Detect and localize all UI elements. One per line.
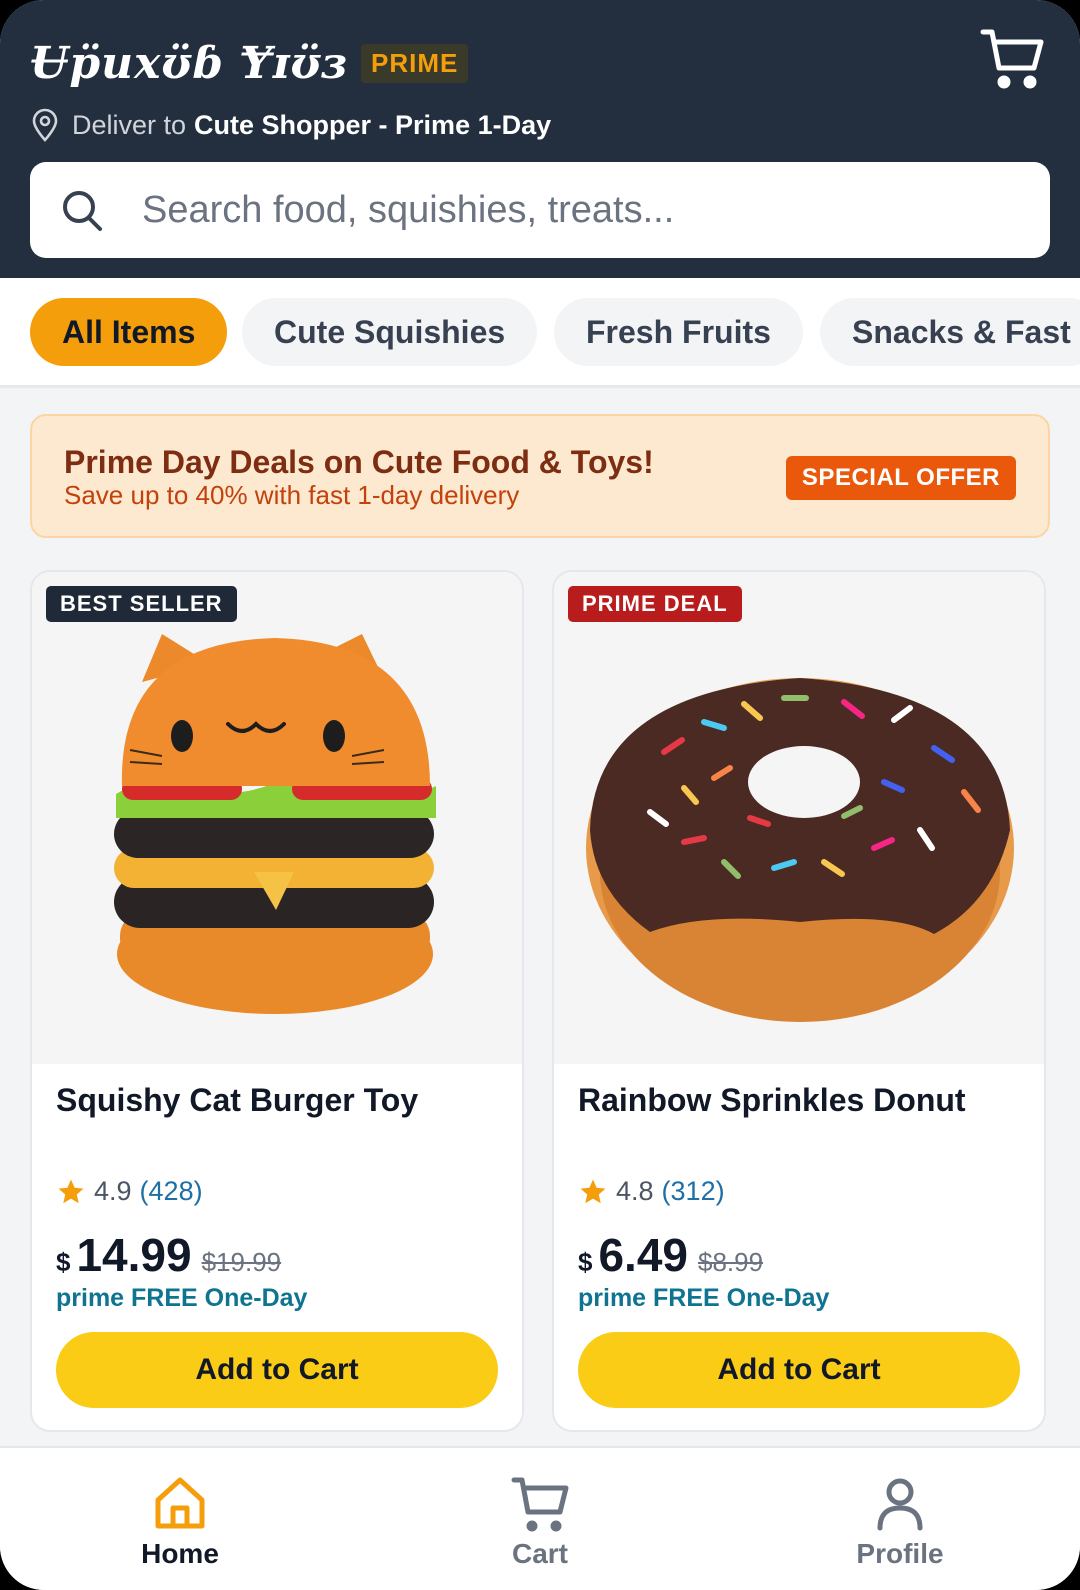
cat-burger-image <box>114 634 436 1014</box>
best-seller-badge: BEST SELLER <box>46 586 237 622</box>
price-amount: 6.49 <box>598 1229 688 1281</box>
prime-badge: PRIME <box>361 44 469 83</box>
category-fresh-fruits[interactable]: Fresh Fruits <box>554 298 803 366</box>
product-image[interactable] <box>554 572 1044 1064</box>
banner-title: Prime Day Deals on Cute Food & Toys! <box>64 444 654 480</box>
price-amount: 14.99 <box>76 1229 192 1281</box>
location-pin-icon <box>32 108 58 142</box>
shipping-info: prime FREE One-Day <box>578 1284 830 1312</box>
prime-deal-badge: PRIME DEAL <box>568 586 742 622</box>
nav-profile-label: Profile <box>856 1538 944 1569</box>
nav-cart[interactable]: Cart <box>440 1474 640 1570</box>
deliver-prefix: Deliver to <box>72 109 187 140</box>
star-icon <box>580 1179 606 1203</box>
product-price: $ 14.99 $19.99 <box>56 1228 281 1282</box>
app-screen: Ʉp̈uxʊ̈ɓ Ɏɪʊ̈ɜ PRIME Deliver to Cute Sho… <box>0 0 1080 1590</box>
search-input[interactable] <box>142 188 982 232</box>
profile-icon <box>877 1478 923 1531</box>
category-all-items[interactable]: All Items <box>30 298 228 366</box>
review-count: (428) <box>139 1176 203 1206</box>
product-rating[interactable]: 4.8 (312) <box>578 1176 725 1207</box>
brand[interactable]: Ʉp̈uxʊ̈ɓ Ɏɪʊ̈ɜ PRIME <box>30 38 469 89</box>
price-currency: $ <box>56 1247 71 1277</box>
nav-home-label: Home <box>141 1538 219 1569</box>
promo-banner[interactable]: Prime Day Deals on Cute Food & Toys! Sav… <box>30 414 1050 538</box>
shipping-info: prime FREE One-Day <box>56 1284 308 1312</box>
rating-value: 4.9 <box>94 1176 132 1206</box>
category-cute-squishies[interactable]: Cute Squishies <box>242 298 538 366</box>
bottom-navigation: Home Cart Profile <box>0 1446 1080 1590</box>
old-price: $8.99 <box>698 1247 764 1277</box>
special-offer-badge: SPECIAL OFFER <box>785 456 1016 500</box>
product-name[interactable]: Rainbow Sprinkles Donut <box>578 1082 966 1119</box>
rating-value: 4.8 <box>616 1176 654 1206</box>
product-name[interactable]: Squishy Cat Burger Toy <box>56 1082 418 1119</box>
price-currency: $ <box>578 1247 593 1277</box>
search-bar[interactable] <box>30 162 1050 258</box>
home-icon <box>155 1477 205 1529</box>
category-snacks-fast[interactable]: Snacks & Fast <box>820 298 1080 366</box>
product-rating[interactable]: 4.9 (428) <box>56 1176 203 1207</box>
add-to-cart-button[interactable]: Add to Cart <box>56 1332 498 1408</box>
brand-logo: Ʉp̈uxʊ̈ɓ Ɏɪʊ̈ɜ <box>30 38 348 89</box>
nav-profile[interactable]: Profile <box>800 1474 1000 1570</box>
product-price: $ 6.49 $8.99 <box>578 1228 763 1282</box>
deliver-target: Cute Shopper - Prime 1-Day <box>194 109 552 140</box>
category-tabs: All Items Cute Squishies Fresh Fruits Sn… <box>0 278 1080 388</box>
product-image[interactable] <box>32 572 522 1064</box>
app-header: Ʉp̈uxʊ̈ɓ Ɏɪʊ̈ɜ PRIME Deliver to Cute Sho… <box>0 0 1080 278</box>
banner-subtitle: Save up to 40% with fast 1-day delivery <box>64 480 520 510</box>
cart-icon[interactable] <box>980 28 1046 90</box>
star-icon <box>58 1179 84 1203</box>
old-price: $19.99 <box>201 1247 282 1277</box>
product-card[interactable]: BEST SELLER Squishy Cat Burger Toy 4.9 (… <box>30 570 524 1432</box>
nav-home[interactable]: Home <box>80 1474 280 1570</box>
delivery-location[interactable]: Deliver to Cute Shopper - Prime 1-Day <box>30 108 551 142</box>
add-to-cart-button[interactable]: Add to Cart <box>578 1332 1020 1408</box>
review-count: (312) <box>661 1176 725 1206</box>
nav-cart-label: Cart <box>511 1538 568 1569</box>
search-icon <box>63 191 102 231</box>
product-card[interactable]: PRIME DEAL Rainbow Sprinkles Donut 4.8 (… <box>552 570 1046 1432</box>
cart-icon <box>511 1477 569 1532</box>
donut-image <box>586 678 1014 1022</box>
